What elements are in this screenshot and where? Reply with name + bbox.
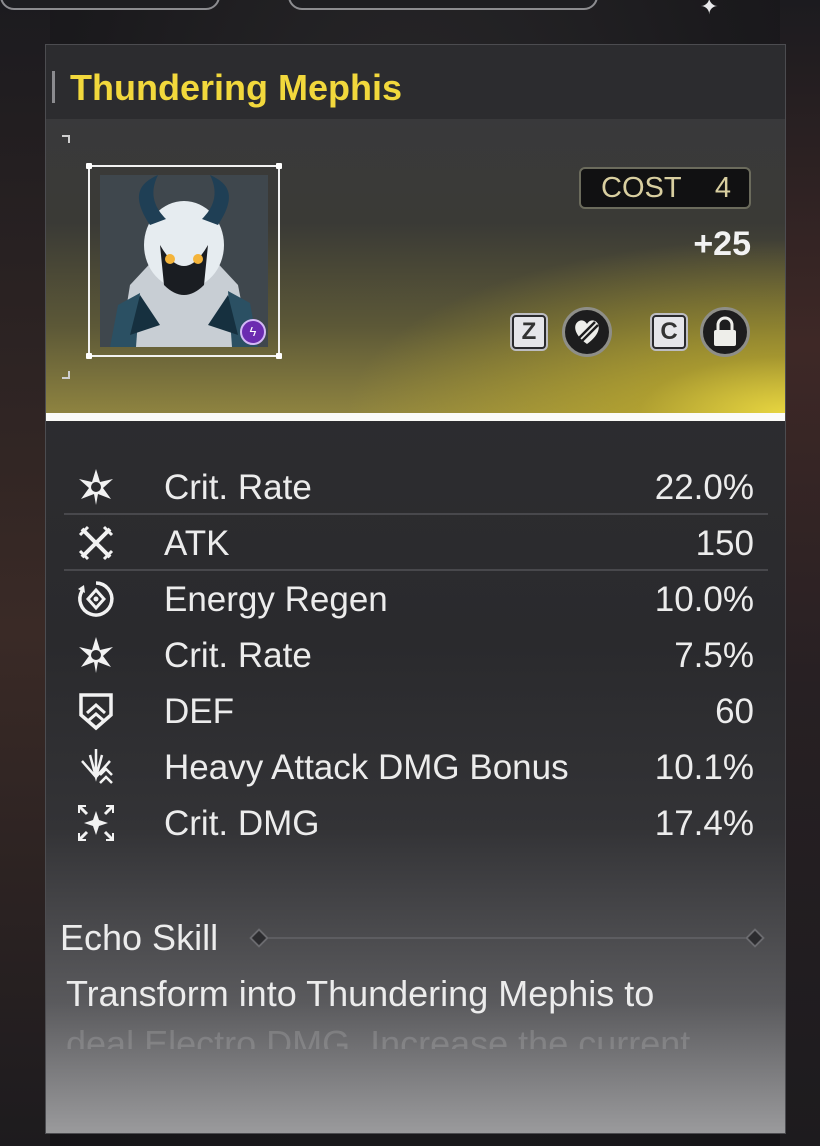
title-bar: Thundering Mephis [46, 45, 785, 119]
echo-skill-header: Echo Skill [60, 917, 770, 958]
crit-rate-icon [79, 469, 113, 505]
echo-hero-banner: ϟ COST 4 +25 Z C [46, 119, 785, 415]
top-tab-middle[interactable] [288, 0, 598, 10]
stat-name: Energy Regen [164, 580, 388, 619]
lock-hotkey: C [652, 315, 686, 349]
echo-skill-description: Transform into Thundering Mephis to [66, 973, 655, 1014]
echo-level: +25 [693, 225, 751, 263]
favorite-button[interactable] [562, 307, 612, 357]
hero-divider [46, 413, 785, 421]
def-icon [79, 693, 113, 731]
crit-rate-icon [79, 637, 113, 673]
echo-name: Thundering Mephis [70, 67, 402, 108]
stat-name: ATK [164, 524, 230, 563]
stat-name: Crit. Rate [164, 468, 312, 507]
stat-value: 150 [695, 524, 754, 563]
stat-row: DEF 60 [64, 683, 768, 739]
stat-value: 60 [715, 692, 754, 731]
frame-corner-dot [276, 353, 282, 359]
corner-mark [62, 135, 70, 143]
star-icon: ✦ [700, 0, 719, 19]
echo-portrait-image [100, 175, 268, 347]
atk-icon [78, 525, 114, 561]
echo-skill-description-faded: deal Electro DMG. Increase the current [66, 1023, 691, 1049]
frame-corner-dot [86, 353, 92, 359]
heart-icon [575, 320, 599, 344]
electro-element-icon: ϟ [240, 319, 266, 345]
stat-name: Crit. Rate [164, 636, 312, 675]
lock-icon [714, 316, 736, 346]
frame-corner-dot [86, 163, 92, 169]
stat-value: 22.0% [654, 468, 754, 507]
background-left [0, 0, 50, 1146]
stat-row: Heavy Attack DMG Bonus 10.1% [64, 739, 768, 795]
frame-corner-dot [276, 163, 282, 169]
divider-line [260, 937, 756, 939]
stat-row: Crit. DMG 17.4% [64, 795, 768, 851]
stat-name: DEF [164, 692, 234, 731]
stat-value: 7.5% [674, 636, 754, 675]
crit-dmg-icon [77, 804, 115, 842]
cost-value: 4 [714, 172, 731, 204]
echo-detail-panel: Thundering Mephis ϟ COST 4 +25 Z C Crit.… [45, 44, 786, 1134]
stat-value: 10.0% [654, 580, 754, 619]
diamond-ornament [249, 928, 269, 948]
favorite-hotkey: Z [512, 315, 546, 349]
stat-row: Crit. Rate 22.0% [64, 459, 768, 515]
cost-badge: COST 4 [579, 167, 751, 209]
echo-skill-heading: Echo Skill [60, 917, 219, 958]
stat-row: ATK 150 [64, 515, 768, 571]
stat-value: 10.1% [654, 748, 754, 787]
title-marker [52, 71, 55, 103]
stat-value: 17.4% [654, 804, 754, 843]
diamond-ornament [745, 928, 765, 948]
echo-portrait-frame[interactable]: ϟ [86, 163, 282, 359]
stat-row: Energy Regen 10.0% [64, 571, 768, 627]
stat-name: Crit. DMG [164, 804, 320, 843]
background-right [780, 0, 820, 1146]
corner-mark [62, 371, 70, 379]
top-tab-left[interactable] [0, 0, 220, 10]
stat-row: Crit. Rate 7.5% [64, 627, 768, 683]
cost-label: COST [601, 172, 682, 204]
stat-name: Heavy Attack DMG Bonus [164, 748, 569, 787]
heavy-attack-icon [81, 749, 113, 784]
stats-list: Crit. Rate 22.0% ATK 150 Energy Regen 10… [64, 459, 768, 851]
lock-button[interactable] [700, 307, 750, 357]
energy-regen-icon [78, 581, 114, 617]
